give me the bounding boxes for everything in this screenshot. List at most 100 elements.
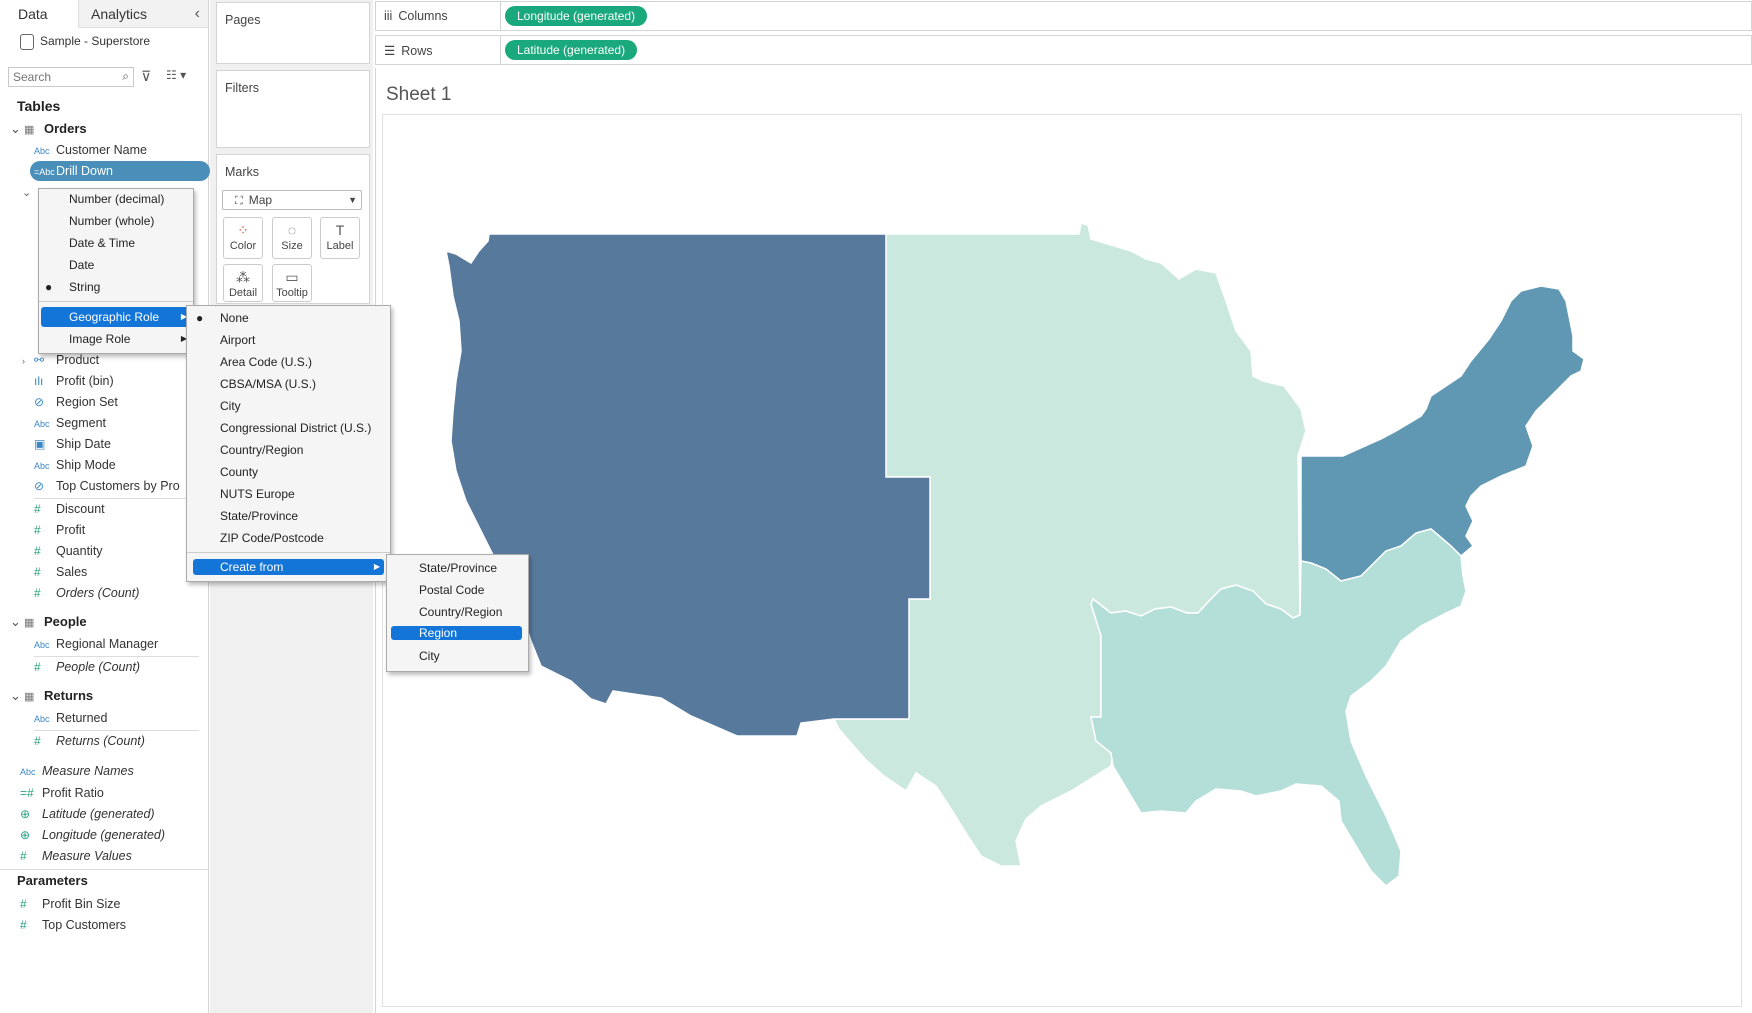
field-label: People (Count) [56,660,141,674]
field-item[interactable]: =# Profit Ratio [20,783,104,803]
size-button[interactable]: ◌ Size [272,217,312,259]
string-type-icon: Abc [34,146,50,156]
menu-item-checked[interactable]: ● None [187,308,390,328]
chevron-down-icon[interactable]: ⌄ [10,614,24,630]
field-label: Ship Date [56,437,111,451]
field-item[interactable]: # Discount [34,499,105,519]
menu-item[interactable]: Number (whole) [39,211,193,231]
field-label: Discount [56,502,105,516]
tab-analytics-label: Analytics [91,6,148,22]
field-item[interactable]: Abc Segment [34,413,106,433]
field-item[interactable]: ılı Profit (bin) [34,371,114,391]
menu-item[interactable]: Airport [187,330,390,350]
field-item[interactable]: ⊘ Top Customers by Pro [34,476,180,496]
number-type-icon: # [34,565,41,579]
menu-item[interactable]: Date & Time [39,233,193,253]
menu-item-highlighted[interactable]: Geographic Role ▶ [41,307,191,327]
filters-shelf[interactable]: Filters [216,70,370,148]
menu-divider [39,301,193,302]
tab-analytics[interactable]: Analytics ‹ [78,0,208,28]
detail-button[interactable]: ⁂ Detail [223,264,263,302]
field-item[interactable]: # Returns (Count) [34,731,145,751]
rows-pill[interactable]: Latitude (generated) [505,40,638,60]
set-icon: ⊘ [34,479,45,493]
field-item[interactable]: # Measure Values [20,846,132,866]
tooltip-icon: ▭ [285,269,299,285]
tab-data[interactable]: Data [0,0,78,28]
menu-item[interactable]: Area Code (U.S.) [187,352,390,372]
menu-item[interactable]: Postal Code [387,580,528,600]
menu-item[interactable]: Date [39,255,193,275]
menu-item-highlighted[interactable]: Region [391,626,522,640]
view-options-icon[interactable]: ☷ ▾ [166,68,186,82]
menu-item[interactable]: Country/Region [187,440,390,460]
parameter-label: Top Customers [42,918,127,932]
field-item[interactable]: ⊕ Latitude (generated) [20,804,155,824]
menu-item[interactable]: Country/Region [387,602,528,622]
chevron-down-icon[interactable]: ⌄ [10,688,24,704]
columns-pill[interactable]: Longitude (generated) [505,6,648,26]
field-item[interactable]: Abc Returned [34,708,107,728]
string-type-icon: Abc [34,461,50,471]
parameter-item[interactable]: # Profit Bin Size [20,894,121,914]
sheet-title[interactable]: Sheet 1 [386,84,452,106]
datasource-item[interactable]: Sample - Superstore [20,34,150,50]
field-item[interactable]: # Sales [34,562,87,582]
filter-icon[interactable]: ⊽ [141,68,151,85]
field-item[interactable]: Abc Regional Manager [34,634,158,654]
search-icon[interactable]: ⌕ [122,69,129,84]
menu-item[interactable]: ZIP Code/Postcode [187,528,390,548]
chevron-right-icon[interactable]: › [22,351,34,371]
menu-item[interactable]: City [387,646,528,666]
menu-item[interactable]: NUTS Europe [187,484,390,504]
menu-item[interactable]: Number (decimal) [39,189,193,209]
menu-item[interactable]: Congressional District (U.S.) [187,418,390,438]
table-returns[interactable]: ⌄ ▦ Returns [10,688,93,704]
label-icon: T [335,222,345,238]
pages-shelf[interactable]: Pages [216,2,370,64]
field-item[interactable]: # Quantity [34,541,103,561]
field-item[interactable]: ⊕ Longitude (generated) [20,825,165,845]
menu-item[interactable]: State/Province [187,506,390,526]
field-item-selected[interactable]: =AbcDrill Down [30,161,210,181]
checked-bullet-icon: ● [45,280,53,294]
label-button[interactable]: T Label [320,217,360,259]
field-item[interactable]: # Orders (Count) [34,583,139,603]
us-region-map[interactable] [383,115,1741,1006]
table-people[interactable]: ⌄ ▦ People [10,614,87,630]
field-item[interactable]: # People (Count) [34,657,140,677]
menu-item[interactable]: Image Role ▶ [39,329,193,349]
menu-item[interactable]: CBSA/MSA (U.S.) [187,374,390,394]
collapse-pane-icon[interactable]: ‹ [195,0,200,28]
number-type-icon: # [34,734,41,748]
field-label: Customer Name [56,143,147,157]
search-input[interactable] [9,68,122,86]
datasource-label: Sample - Superstore [40,34,151,49]
field-label: Longitude (generated) [42,828,166,842]
table-icon: ▦ [24,691,35,703]
tables-title: Tables [17,98,61,114]
map-view[interactable] [382,114,1742,1007]
menu-item-highlighted[interactable]: Create from ▶ [193,559,384,575]
color-button[interactable]: ⁘ Color [223,217,263,259]
table-orders[interactable]: ⌄ ▦ Orders [10,121,87,137]
field-item[interactable]: # Profit [34,520,85,540]
menu-item[interactable]: City [187,396,390,416]
table-icon: ▦ [24,617,35,629]
mark-type-dropdown[interactable]: ⛶ Map ▼ [222,190,362,210]
map-region-east[interactable] [1300,285,1585,582]
chevron-down-icon[interactable]: ⌄ [10,121,24,137]
chevron-down-icon[interactable]: ⌄ [22,186,31,199]
field-item[interactable]: ▣ Ship Date [34,434,111,454]
field-item[interactable]: Abc Measure Names [20,761,134,781]
field-item[interactable]: Abc Ship Mode [34,455,116,475]
field-item[interactable]: ⊘ Region Set [34,392,118,412]
menu-item[interactable]: State/Province [387,558,528,578]
parameter-item[interactable]: # Top Customers [20,915,126,935]
color-icon: ⁘ [237,222,249,238]
field-item[interactable]: Abc Customer Name [34,140,147,160]
parameters-title: Parameters [17,873,88,888]
menu-item-checked[interactable]: ● String [39,277,193,297]
tooltip-button[interactable]: ▭ Tooltip [272,264,312,302]
menu-item[interactable]: County [187,462,390,482]
